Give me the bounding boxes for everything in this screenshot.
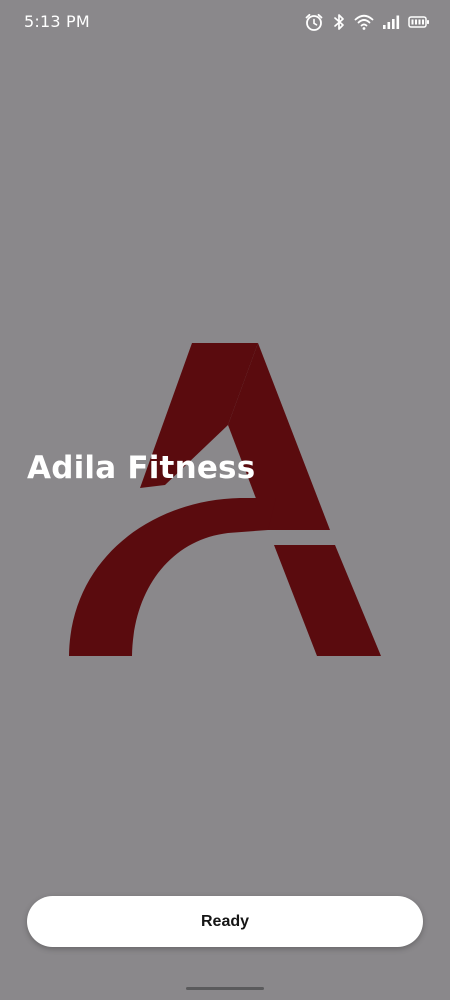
adila-a-logo: [69, 343, 381, 656]
logo-right-leg: [274, 545, 381, 656]
home-indicator[interactable]: [186, 987, 264, 990]
ready-button[interactable]: Ready: [27, 896, 423, 947]
logo-arc: [69, 498, 276, 656]
app-title: Adila Fitness: [27, 450, 256, 486]
